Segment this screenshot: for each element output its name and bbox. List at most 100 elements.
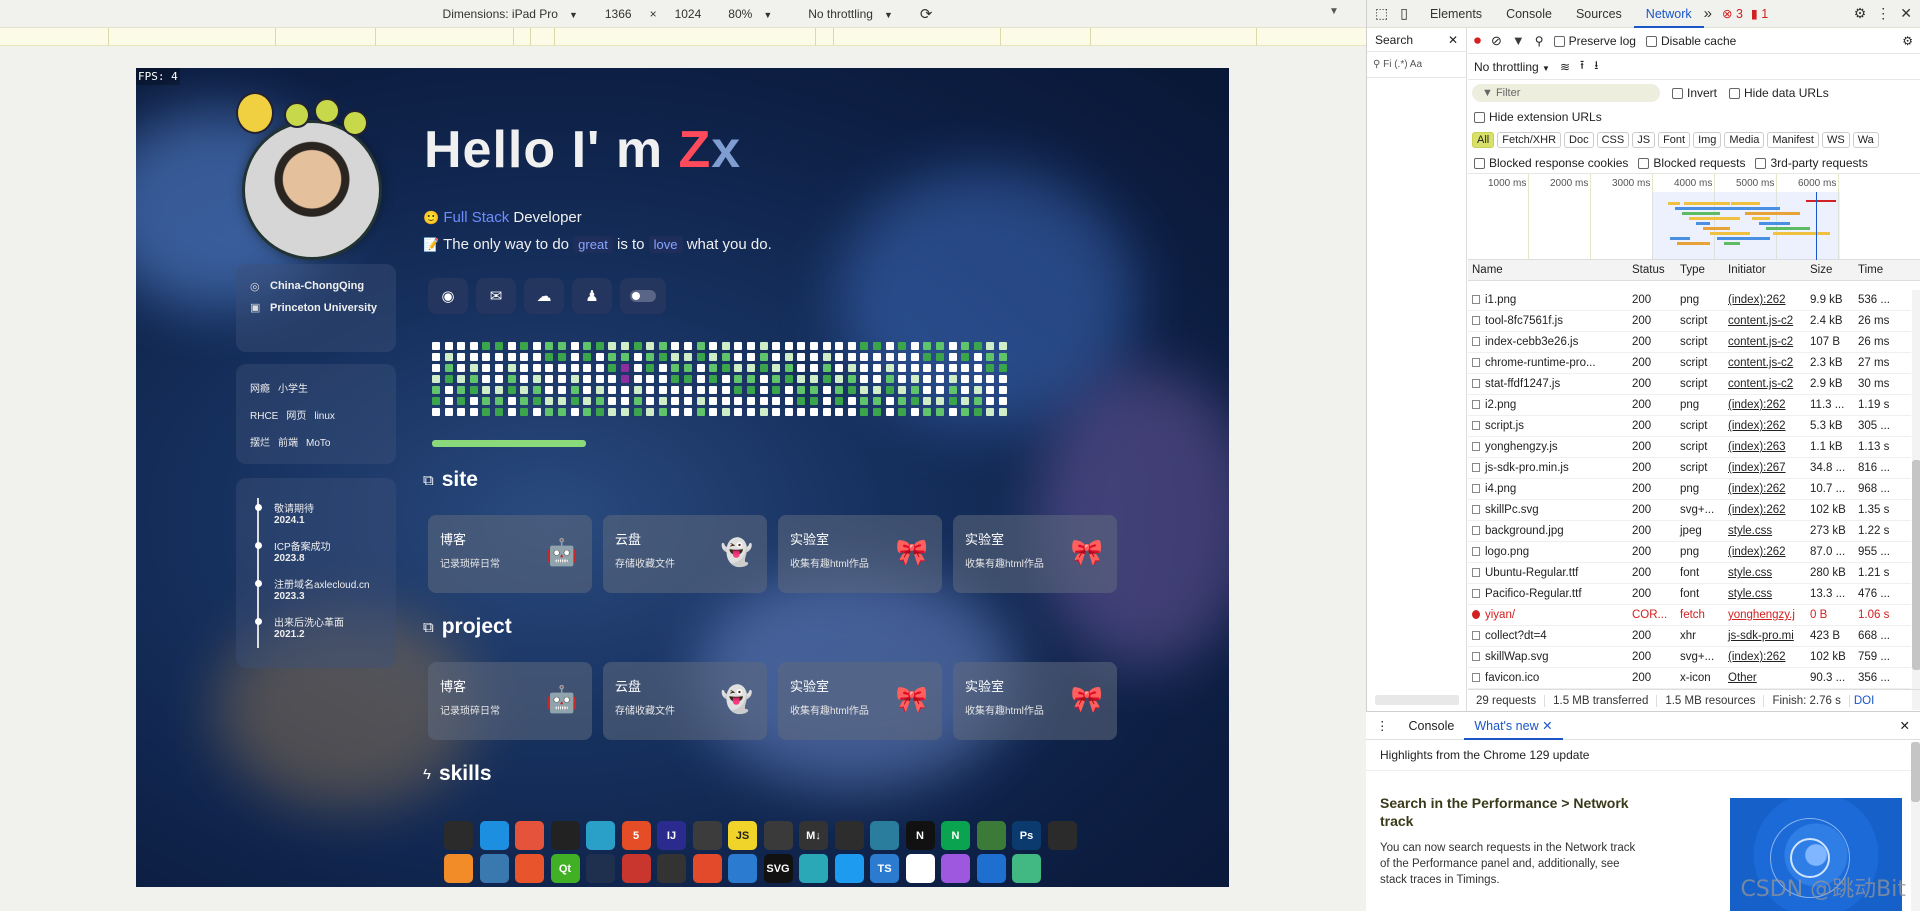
request-name[interactable]: yonghengzy.js: [1468, 441, 1628, 453]
request-row[interactable]: js-sdk-pro.min.js 200 script (index):267 34.…: [1468, 458, 1911, 479]
request-row[interactable]: i4.png 200 png (index):262 10.7 ... 968 ...: [1468, 479, 1911, 500]
drawer-tab-console[interactable]: Console: [1399, 719, 1465, 733]
request-name[interactable]: chrome-runtime-pro...: [1468, 357, 1628, 369]
request-name[interactable]: index-cebb3e26.js: [1468, 336, 1628, 348]
request-row[interactable]: i2.png 200 png (index):262 11.3 ... 1.19 s: [1468, 395, 1911, 416]
device-toggle-icon[interactable]: ▯: [1400, 5, 1408, 22]
device-height-input[interactable]: 1024: [675, 7, 702, 21]
request-name[interactable]: script.js: [1468, 420, 1628, 432]
more-tabs-icon[interactable]: »: [1704, 5, 1712, 22]
theme-toggle[interactable]: [620, 278, 666, 314]
wifi-conditions-icon[interactable]: ≋: [1560, 60, 1570, 74]
rotate-icon[interactable]: ⟳: [920, 5, 933, 23]
close-icon[interactable]: ✕: [1448, 33, 1458, 47]
request-initiator[interactable]: style.css: [1724, 588, 1806, 600]
request-name[interactable]: Pacifico-Regular.ttf: [1468, 588, 1628, 600]
request-initiator[interactable]: (index):262: [1724, 546, 1806, 558]
type-filter-chip[interactable]: Fetch/XHR: [1497, 132, 1562, 148]
close-icon[interactable]: ✕: [1900, 5, 1912, 22]
record-stop-icon[interactable]: ⏺: [1474, 32, 1481, 49]
request-initiator[interactable]: (index):262: [1724, 651, 1806, 663]
request-initiator[interactable]: content.js-c2: [1724, 357, 1806, 369]
export-har-icon[interactable]: ⭳: [1594, 56, 1598, 77]
zoom-select[interactable]: 80% ▼: [719, 7, 781, 21]
request-initiator[interactable]: (index):267: [1724, 462, 1806, 474]
third-party-checkbox[interactable]: 3rd-party requests: [1755, 156, 1868, 170]
request-name[interactable]: skillPc.svg: [1468, 504, 1628, 516]
request-row[interactable]: index-cebb3e26.js 200 script content.js-c2 1…: [1468, 332, 1911, 353]
request-row[interactable]: stat-ffdf1247.js 200 script content.js-c2 2.…: [1468, 374, 1911, 395]
settings-gear-icon[interactable]: ⚙: [1854, 5, 1867, 22]
request-row[interactable]: chrome-runtime-pro... 200 script content.js…: [1468, 353, 1911, 374]
request-row[interactable]: script.js 200 script (index):262 5.3 kB 305 .…: [1468, 416, 1911, 437]
request-name[interactable]: collect?dt=4: [1468, 630, 1628, 642]
network-throttling-select[interactable]: No throttling ▼: [1474, 60, 1550, 74]
request-initiator[interactable]: style.css: [1724, 525, 1806, 537]
issue-count-badge[interactable]: ▮ 1: [1751, 6, 1768, 21]
type-filter-chip[interactable]: WS: [1821, 132, 1850, 148]
request-row[interactable]: Pacifico-Regular.ttf 200 font style.css 13.3…: [1468, 584, 1911, 605]
clear-icon[interactable]: ⊘: [1491, 33, 1502, 49]
type-filter-chip[interactable]: CSS: [1596, 132, 1630, 148]
mail-link-button[interactable]: ✉: [476, 278, 516, 314]
type-filter-chip[interactable]: Doc: [1564, 132, 1594, 148]
request-initiator[interactable]: style.css: [1724, 567, 1806, 579]
tab-sources[interactable]: Sources: [1564, 0, 1634, 28]
hide-data-urls-checkbox[interactable]: Hide data URLs: [1729, 86, 1829, 100]
tab-elements[interactable]: Elements: [1418, 0, 1494, 28]
request-initiator[interactable]: content.js-c2: [1724, 315, 1806, 327]
request-row[interactable]: background.jpg 200 jpeg style.css 273 kB 1.22…: [1468, 521, 1911, 542]
filter-funnel-icon[interactable]: ▼: [1512, 33, 1525, 48]
site-tile-lab[interactable]: 实验室 收集有趣html作品 🎀: [778, 515, 942, 593]
request-name[interactable]: i2.png: [1468, 399, 1628, 411]
network-settings-gear-icon[interactable]: ⚙: [1902, 34, 1913, 48]
request-row[interactable]: logo.png 200 png (index):262 87.0 ... 955 ...: [1468, 542, 1911, 563]
qq-link-button[interactable]: ♟: [572, 278, 612, 314]
type-filter-chip[interactable]: Media: [1724, 132, 1765, 148]
request-row[interactable]: collect?dt=4 200 xhr js-sdk-pro.mi 423 B 668 …: [1468, 626, 1911, 647]
request-row[interactable]: tool-8fc7561f.js 200 script content.js-c2 2.…: [1468, 311, 1911, 332]
device-width-input[interactable]: 1366: [605, 7, 632, 21]
type-filter-chip[interactable]: Manifest: [1767, 132, 1819, 148]
request-row[interactable]: yonghengzy.js 200 script (index):263 1.1 kB 1…: [1468, 437, 1911, 458]
request-name[interactable]: tool-8fc7561f.js: [1468, 315, 1628, 327]
request-name[interactable]: js-sdk-pro.min.js: [1468, 462, 1628, 474]
request-name[interactable]: i1.png: [1468, 294, 1628, 306]
site-tile-cloud[interactable]: 云盘 存储收藏文件 👻: [603, 515, 767, 593]
inspect-element-icon[interactable]: ⬚: [1375, 5, 1388, 22]
blocked-cookies-checkbox[interactable]: Blocked response cookies: [1474, 156, 1628, 170]
request-name[interactable]: background.jpg: [1468, 525, 1628, 537]
request-initiator[interactable]: yonghengzy.j: [1724, 609, 1806, 621]
type-filter-chip[interactable]: JS: [1632, 132, 1656, 148]
project-tile-lab[interactable]: 实验室 收集有趣html作品 🎀: [778, 662, 942, 740]
project-tile-blog[interactable]: 博客 记录琐碎日常 🤖: [428, 662, 592, 740]
drawer-scrollbar[interactable]: [1911, 742, 1920, 911]
kebab-menu-icon[interactable]: ⋮: [1876, 5, 1890, 22]
close-icon[interactable]: ✕: [1542, 719, 1552, 733]
github-link-button[interactable]: ◉: [428, 278, 468, 314]
request-initiator[interactable]: content.js-c2: [1724, 378, 1806, 390]
import-har-icon[interactable]: ⭱: [1580, 56, 1584, 77]
column-size[interactable]: Size: [1806, 264, 1854, 276]
request-name[interactable]: i4.png: [1468, 483, 1628, 495]
request-initiator[interactable]: (index):262: [1724, 399, 1806, 411]
column-name[interactable]: Name: [1468, 264, 1628, 276]
search-options[interactable]: Fi (.*) Aa: [1383, 59, 1422, 70]
horizontal-scrollbar[interactable]: [1375, 695, 1459, 705]
type-filter-chip[interactable]: Img: [1693, 132, 1722, 148]
column-type[interactable]: Type: [1676, 264, 1724, 276]
throttling-select[interactable]: No throttling ▼: [799, 7, 902, 21]
network-overview-timeline[interactable]: 1000 ms 2000 ms 3000 ms 4000 ms 5000 ms 6000 …: [1468, 174, 1920, 260]
request-row[interactable]: skillWap.svg 200 svg+... (index):262 102 kB 7…: [1468, 647, 1911, 668]
request-initiator[interactable]: Other: [1724, 672, 1806, 684]
article-title[interactable]: Search in the Performance > Network trac…: [1380, 794, 1646, 830]
request-initiator[interactable]: content.js-c2: [1724, 336, 1806, 348]
blocked-requests-checkbox[interactable]: Blocked requests: [1638, 156, 1745, 170]
request-row[interactable]: favicon.ico 200 x-icon Other 90.3 ... 356 ...: [1468, 668, 1911, 689]
request-initiator[interactable]: (index):262: [1724, 420, 1806, 432]
search-icon[interactable]: ⚲: [1535, 34, 1544, 48]
tab-console[interactable]: Console: [1494, 0, 1564, 28]
request-initiator[interactable]: (index):262: [1724, 294, 1806, 306]
drawer-tab-whats-new[interactable]: What's new ✕: [1464, 712, 1563, 740]
request-row[interactable]: Ubuntu-Regular.ttf 200 font style.css 280 kB…: [1468, 563, 1911, 584]
